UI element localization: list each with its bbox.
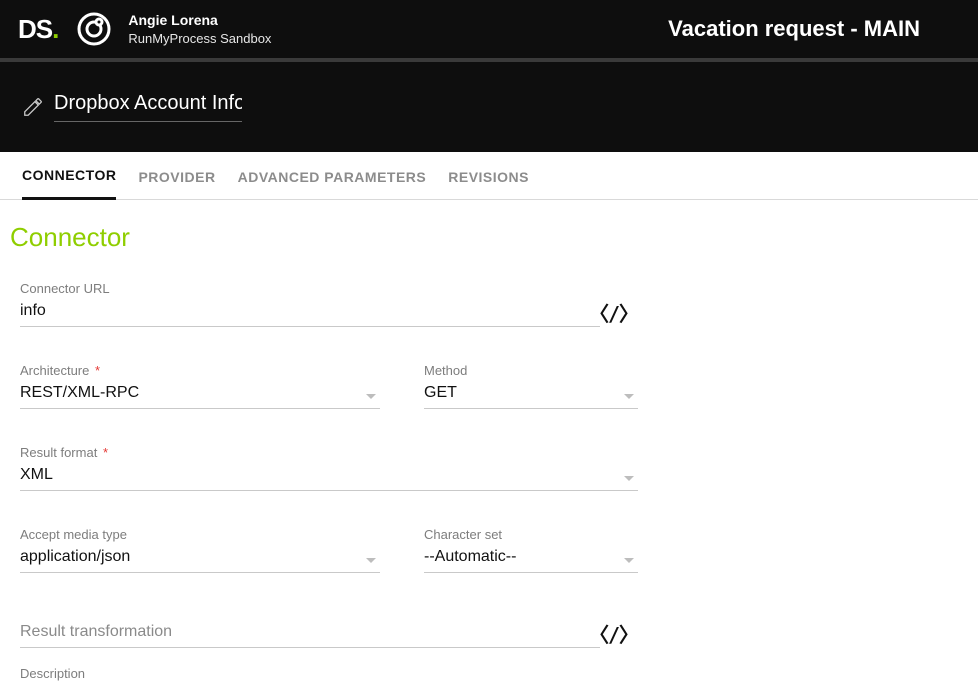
select-result-format[interactable]: XML: [20, 464, 638, 491]
select-accept-media-type[interactable]: application/json: [20, 546, 380, 573]
brand-logo: DS.: [18, 14, 58, 45]
tab-advanced-parameters[interactable]: ADVANCED PARAMETERS: [238, 153, 427, 199]
field-method: Method GET: [424, 363, 638, 409]
label-connector-url: Connector URL: [20, 281, 600, 296]
user-name: Angie Lorena: [128, 11, 271, 30]
code-icon[interactable]: 〈/〉: [589, 298, 638, 327]
input-result-transformation[interactable]: Result transformation: [20, 609, 600, 648]
chevron-down-icon: [624, 476, 634, 481]
tab-connector[interactable]: CONNECTOR: [22, 151, 116, 200]
page-title: Vacation request - MAIN: [668, 16, 960, 42]
chevron-down-icon: [624, 394, 634, 399]
section-title: Connector: [10, 222, 968, 253]
label-method: Method: [424, 363, 638, 378]
field-architecture: Architecture * REST/XML-RPC: [20, 363, 380, 409]
label-result-format: Result format *: [20, 445, 638, 460]
field-description: Description: [20, 666, 600, 685]
chevron-down-icon: [366, 558, 376, 563]
tab-revisions[interactable]: REVISIONS: [448, 153, 529, 199]
field-connector-url: Connector URL info 〈/〉: [20, 281, 600, 327]
required-mark: *: [95, 363, 100, 378]
label-character-set: Character set: [424, 527, 638, 542]
label-description: Description: [20, 666, 600, 681]
field-result-transformation: Result transformation 〈/〉: [20, 609, 600, 648]
field-result-format: Result format * XML: [20, 445, 638, 491]
chevron-down-icon: [624, 558, 634, 563]
entity-name-input[interactable]: Dropbox Account Inform: [54, 92, 242, 122]
pencil-icon[interactable]: [22, 96, 44, 118]
label-accept-media-type: Accept media type: [20, 527, 380, 542]
tab-bar: CONNECTOR PROVIDER ADVANCED PARAMETERS R…: [0, 152, 978, 200]
user-subtitle: RunMyProcess Sandbox: [128, 30, 271, 48]
required-mark: *: [103, 445, 108, 460]
field-character-set: Character set --Automatic--: [424, 527, 638, 573]
label-architecture: Architecture *: [20, 363, 380, 378]
select-method[interactable]: GET: [424, 382, 638, 409]
field-accept-media-type: Accept media type application/json: [20, 527, 380, 573]
brand-text: DS: [18, 14, 52, 44]
user-block[interactable]: Angie Lorena RunMyProcess Sandbox: [128, 11, 271, 47]
entity-header: Dropbox Account Inform: [0, 62, 978, 152]
connector-form: Connector URL info 〈/〉 Architecture * RE…: [10, 281, 968, 685]
brand-dot: .: [52, 14, 58, 44]
select-character-set[interactable]: --Automatic--: [424, 546, 638, 573]
code-icon[interactable]: 〈/〉: [589, 619, 638, 648]
chevron-down-icon: [366, 394, 376, 399]
account-circle-icon[interactable]: [76, 11, 112, 47]
input-connector-url[interactable]: info: [20, 300, 600, 327]
tab-provider[interactable]: PROVIDER: [138, 153, 215, 199]
top-bar: DS. Angie Lorena RunMyProcess Sandbox Va…: [0, 0, 978, 62]
select-architecture[interactable]: REST/XML-RPC: [20, 382, 380, 409]
content-area: Connector Connector URL info 〈/〉 Archite…: [0, 200, 978, 685]
